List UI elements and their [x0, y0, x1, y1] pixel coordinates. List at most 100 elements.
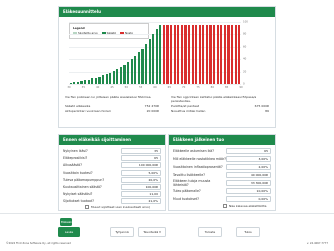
- bar-withdrawal[interactable]: [198, 25, 201, 84]
- y-tick-label: 60: [243, 45, 247, 49]
- x-tick-label: 65: [167, 86, 171, 89]
- bar-saving[interactable]: [94, 77, 97, 84]
- field-input[interactable]: 100,00€: [121, 184, 161, 190]
- x-tick-label: 40: [96, 86, 100, 89]
- bar-withdrawal[interactable]: [166, 25, 169, 84]
- bar-withdrawal[interactable]: [180, 25, 183, 84]
- bar-withdrawal[interactable]: [205, 25, 209, 84]
- bar-saving[interactable]: [112, 70, 115, 84]
- right-checkbox[interactable]: Näe kalavaa eläkettilotta: [223, 204, 267, 208]
- summary-value: 675 000€: [254, 104, 269, 108]
- field-input[interactable]: 100 000,00€: [121, 162, 161, 169]
- gridline: [69, 84, 241, 85]
- x-tick-label: 35: [81, 86, 85, 89]
- x-tick-label: 30: [67, 86, 71, 89]
- tab-laske[interactable]: Laske: [58, 227, 80, 237]
- field-label: Nykyiset säästösi?: [63, 192, 93, 197]
- bar-saving[interactable]: [73, 82, 76, 84]
- bar-withdrawal[interactable]: [227, 25, 230, 84]
- y-tick-label: 0: [243, 82, 245, 86]
- bar-saving[interactable]: [159, 25, 162, 84]
- form-row: Eläkkeen tuloja muusta lähteistä? 33 300,…: [173, 179, 271, 187]
- top-panel: Eläkesuunnittelu Legend Sijoitettu arvo …: [58, 6, 276, 128]
- y-tick-label: 80: [243, 32, 247, 36]
- bar-saving[interactable]: [119, 67, 123, 84]
- field-input[interactable]: 21,0%: [121, 198, 161, 205]
- field-label: Kuukausittainen säästö?: [63, 185, 102, 189]
- right-form-panel: Eläkkeen jälkeinen tuo Eläkkeelle astumi…: [168, 134, 276, 211]
- field-input[interactable]: 2,00%: [226, 164, 271, 170]
- bar-withdrawal[interactable]: [234, 25, 237, 84]
- y-tick-label: 40: [243, 57, 247, 61]
- bar-saving[interactable]: [148, 39, 151, 84]
- tab-tyhjenna[interactable]: Tyhjennä: [110, 227, 134, 237]
- field-input[interactable]: 3,00%: [226, 156, 271, 162]
- badge-eläkeaika[interactable]: Eläkeaika: [60, 218, 73, 226]
- bar-withdrawal[interactable]: [230, 25, 234, 84]
- bar-withdrawal[interactable]: [238, 25, 241, 84]
- field-input[interactable]: 40 000,00€: [226, 172, 271, 178]
- checkbox-box[interactable]: [85, 205, 89, 209]
- bar-withdrawal[interactable]: [220, 25, 223, 84]
- field-input[interactable]: 5,00%: [121, 169, 161, 176]
- field-input[interactable]: 33 300,00€: [226, 180, 271, 186]
- bar-withdrawal[interactable]: [216, 25, 219, 84]
- bar-saving[interactable]: [127, 62, 130, 84]
- plot-area: [69, 22, 241, 85]
- left-summary-row: Säästö eläkeaika 752 470€: [65, 104, 159, 108]
- field-label: Tavoittu lisäkkeelle?: [173, 173, 205, 177]
- bar-saving[interactable]: [80, 80, 83, 84]
- field-input[interactable]: 65: [226, 148, 271, 154]
- bar-saving[interactable]: [144, 44, 148, 84]
- bar-saving[interactable]: [137, 52, 140, 84]
- gridline: [69, 22, 241, 23]
- checkbox-label: Muuut sijoitteet uien kuukautiseti arvo): [91, 205, 151, 209]
- bar-saving[interactable]: [87, 79, 90, 84]
- left-checkbox[interactable]: Muuut sijoitteet uien kuukautiseti arvo): [85, 205, 150, 209]
- y-axis: 100 80 60 40 20 0: [239, 21, 269, 86]
- bar-saving[interactable]: [152, 34, 155, 84]
- field-input[interactable]: 11,00: [121, 191, 161, 198]
- bar-saving[interactable]: [105, 74, 108, 84]
- tab-tuloste[interactable]: Tuloste: [198, 227, 222, 237]
- summary-label: Nosuittus mitäsi hallan: [171, 109, 206, 113]
- tab-tulos[interactable]: Tulos: [236, 227, 260, 237]
- field-label: Sijoitukset tuotoot?: [63, 199, 94, 204]
- bar-withdrawal[interactable]: [191, 25, 194, 84]
- bar-withdrawal[interactable]: [213, 25, 216, 84]
- summary-label: Puolitta/at pantaat: [171, 104, 200, 108]
- bar-withdrawal[interactable]: [173, 25, 176, 84]
- field-input[interactable]: 10,00%: [226, 188, 271, 194]
- bar-saving[interactable]: [116, 69, 119, 84]
- left-form-panel: Ennen eläkeikää sijoittaminen Nykyinen i…: [58, 134, 166, 211]
- bar-withdrawal[interactable]: [162, 25, 166, 84]
- bar-saving[interactable]: [141, 48, 144, 84]
- bar-saving[interactable]: [69, 82, 72, 84]
- bar-withdrawal[interactable]: [187, 25, 191, 84]
- field-input[interactable]: 65: [121, 155, 161, 162]
- bar-withdrawal[interactable]: [177, 25, 180, 84]
- field-input[interactable]: 20,0%: [121, 176, 161, 183]
- bar-saving[interactable]: [130, 59, 133, 84]
- bar-saving[interactable]: [84, 80, 87, 84]
- bar-withdrawal[interactable]: [209, 25, 212, 84]
- bar-withdrawal[interactable]: [202, 25, 205, 84]
- field-label: Vuosittain tuotesi?: [63, 170, 93, 175]
- bar-saving[interactable]: [155, 28, 158, 84]
- bar-saving[interactable]: [98, 76, 101, 84]
- tab-tavoiteika[interactable]: Tavoiteikä ▾: [138, 227, 166, 237]
- bar-saving[interactable]: [76, 81, 80, 84]
- bar-withdrawal[interactable]: [195, 25, 198, 84]
- bar-saving[interactable]: [123, 64, 126, 84]
- form-row: Eläkkeelle astumisen ikä? 65: [173, 147, 271, 155]
- bar-withdrawal[interactable]: [223, 25, 226, 84]
- field-input[interactable]: 35: [121, 148, 161, 154]
- checkbox-box[interactable]: [223, 204, 227, 208]
- bar-saving[interactable]: [91, 78, 94, 84]
- bar-saving[interactable]: [101, 75, 105, 84]
- bar-withdrawal[interactable]: [170, 25, 173, 84]
- bar-saving[interactable]: [109, 72, 112, 84]
- bar-saving[interactable]: [134, 56, 137, 84]
- field-input[interactable]: 0,00%: [226, 196, 271, 202]
- bar-withdrawal[interactable]: [184, 25, 187, 84]
